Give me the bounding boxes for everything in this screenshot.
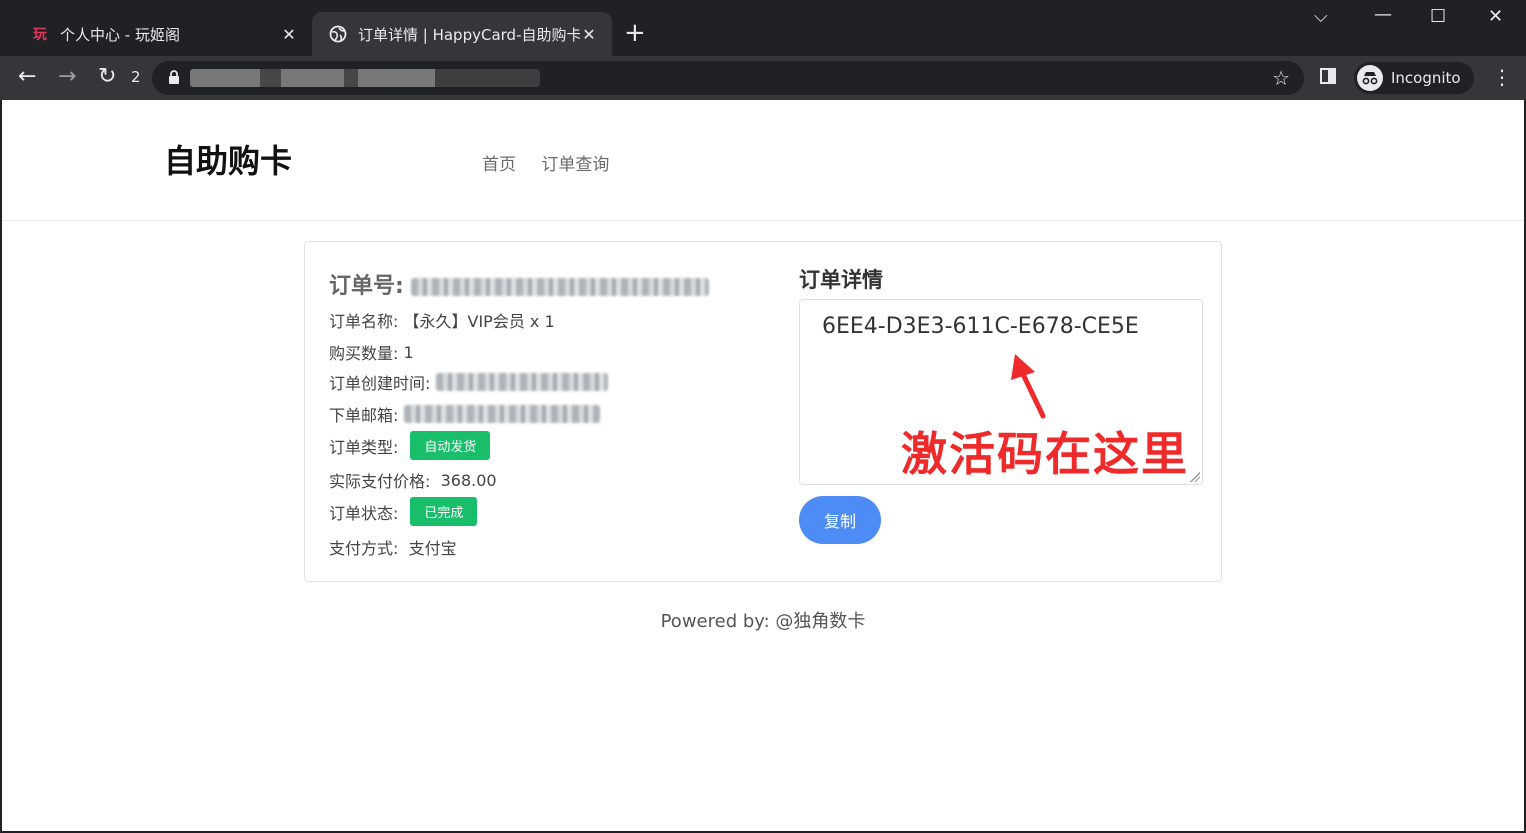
order-number: 订单号: [329, 268, 710, 300]
web-page: 自助购卡 首页 订单查询 订单号: 订单名称: 【永久】VIP会员 x 1 购买… [2, 100, 1524, 831]
globe-icon [328, 25, 348, 43]
tab-order-details[interactable]: 订单详情 | HappyCard-自助购卡 ✕ [312, 12, 612, 56]
minimize-icon[interactable]: — [1374, 4, 1392, 25]
tab-strip: 玩 个人中心 - 玩姬阁 ✕ 订单详情 | HappyCard-自助购卡 ✕ +… [0, 0, 1526, 56]
kebab-menu-icon[interactable]: ⋮ [1492, 65, 1512, 89]
nav-home[interactable]: 首页 [482, 155, 516, 175]
window-close-icon[interactable]: ✕ [1488, 6, 1503, 27]
order-qty-row: 购买数量: 1 [329, 342, 414, 364]
redacted-order-number [411, 278, 710, 296]
back-arrow-icon[interactable]: ← [18, 64, 36, 90]
incognito-label: Incognito [1391, 69, 1461, 87]
site-favicon-icon: 玩 [33, 27, 47, 43]
star-icon[interactable]: ☆ [1272, 66, 1290, 90]
address-bar[interactable]: ☆ [152, 61, 1304, 95]
order-type-row: 订单类型: 自动发货 [329, 431, 491, 460]
reload-count-badge: 2 [131, 68, 141, 86]
incognito-profile-button[interactable]: Incognito [1354, 62, 1474, 94]
red-arrow-annotation-icon [1011, 354, 1046, 419]
redacted-created-time [435, 373, 608, 391]
close-icon[interactable]: ✕ [280, 25, 298, 44]
incognito-icon [1357, 65, 1383, 91]
site-footer: Powered by: @独角数卡 [660, 611, 866, 632]
side-panel-icon[interactable] [1320, 68, 1336, 84]
lock-icon [168, 69, 180, 89]
site-nav: 首页 订单查询 [482, 150, 629, 175]
order-card: 订单号: 订单名称: 【永久】VIP会员 x 1 购买数量: 1 订单创建时间:… [304, 241, 1222, 582]
order-price-row: 实际支付价格: 368.00 [329, 470, 497, 492]
site-brand[interactable]: 自助购卡 [164, 136, 292, 182]
site-header: 自助购卡 首页 订单查询 [2, 100, 1524, 221]
order-payment-row: 支付方式: 支付宝 [329, 539, 457, 558]
tab-search-chevron-icon[interactable]: ⌵ [1314, 6, 1328, 27]
copy-button[interactable]: 复制 [799, 496, 881, 544]
status-badge: 已完成 [410, 497, 478, 526]
order-created-row: 订单创建时间: [329, 370, 608, 394]
nav-order-query[interactable]: 订单查询 [541, 155, 609, 175]
order-name-row: 订单名称: 【永久】VIP会员 x 1 [329, 312, 555, 331]
tab-title: 个人中心 - 玩姬阁 [60, 25, 180, 44]
maximize-icon[interactable]: ☐ [1430, 6, 1446, 27]
new-tab-plus-icon[interactable]: + [624, 18, 646, 48]
tab-title: 订单详情 | HappyCard-自助购卡 [358, 25, 580, 44]
redacted-email [403, 405, 600, 423]
order-status-row: 订单状态: 已完成 [329, 497, 478, 526]
browser-toolbar: ← → ↻ 2 ☆ Incognito ⋮ [0, 56, 1526, 100]
reload-icon[interactable]: ↻ [98, 64, 116, 90]
order-detail-title: 订单详情 [799, 268, 883, 292]
type-badge: 自动发货 [410, 431, 491, 460]
redacted-url [190, 69, 540, 87]
forward-arrow-icon[interactable]: → [58, 64, 76, 90]
activation-code: 6EE4-D3E3-611C-E678-CE5E [822, 314, 1139, 339]
resize-handle-icon[interactable] [1190, 472, 1200, 482]
activation-code-annotation: 激活码在这里 [901, 427, 1189, 481]
close-icon[interactable]: ✕ [580, 25, 598, 44]
tab-personal-center[interactable]: 玩 个人中心 - 玩姬阁 ✕ [14, 12, 312, 56]
order-email-row: 下单邮箱: [329, 402, 600, 426]
